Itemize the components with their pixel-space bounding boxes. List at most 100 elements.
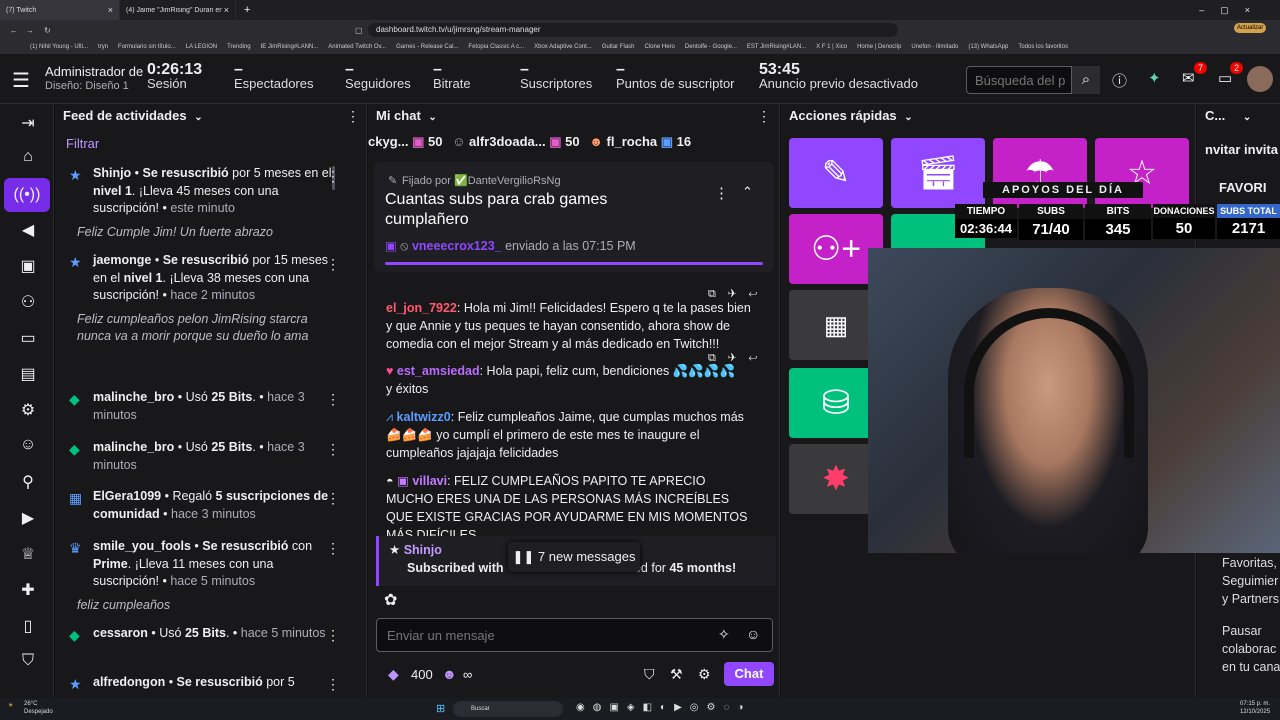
browser-tab-twitch[interactable]: (7) Twitch ×	[0, 0, 120, 20]
bookmark-item[interactable]: Home | Denoclip	[857, 44, 901, 50]
more-options-icon[interactable]: ⋮	[326, 540, 340, 557]
back-icon[interactable]: ←	[10, 26, 18, 35]
monetization-icon[interactable]: ▤	[16, 364, 40, 384]
more-options-icon[interactable]: ⋮	[757, 108, 771, 125]
more-options-icon[interactable]: ⋮	[714, 184, 729, 202]
chevron-down-icon[interactable]: ⌄	[1243, 112, 1251, 123]
gifter-name[interactable]: alfr3doada...	[469, 134, 546, 149]
sub-points-stat[interactable]: – Puntos de suscriptor	[616, 62, 735, 91]
filter-link[interactable]: Filtrar	[66, 136, 99, 151]
close-icon[interactable]: ×	[224, 5, 229, 15]
edit-stream-info-button[interactable]: ✎	[789, 138, 883, 208]
emote-icon[interactable]: ☺	[746, 626, 760, 642]
feed-item[interactable]: ★ Shinjo • Se resuscribió por 5 meses en…	[69, 165, 339, 241]
taskbar-apps[interactable]: ◉◍▣◈◧◐▶◎⚙◌◑	[576, 702, 751, 713]
bookmark-item[interactable]: Dentolfe - Google...	[685, 44, 737, 50]
chat-user[interactable]: villavi	[412, 474, 447, 488]
bookmark-item[interactable]: Xbox Adaptive Cont...	[534, 44, 592, 50]
new-messages-button[interactable]: ❚❚ 7 new messages	[508, 542, 640, 572]
bookmark-item[interactable]: X F 1 | Xico	[816, 44, 847, 50]
bookmark-item[interactable]: Formulario sin título...	[118, 44, 176, 50]
bookmark-item[interactable]: EST JimRising#LAN...	[747, 44, 806, 50]
gifter-name[interactable]: ckyg...	[368, 134, 408, 149]
search-icon[interactable]: ⌕	[1072, 66, 1100, 94]
chat-user[interactable]: kaltwizz0	[397, 410, 451, 424]
feed-item[interactable]: ◆ cessaron • Usó 25 Bits. • hace 5 minut…	[69, 625, 339, 643]
community-icon[interactable]: ⚇	[16, 292, 40, 312]
bitrate-stat[interactable]: – Bitrate	[433, 62, 471, 91]
emote-picker-icon[interactable]: ✿	[384, 590, 397, 610]
start-icon[interactable]: ⊞	[436, 702, 445, 715]
channel-points-icon[interactable]: ◆	[388, 666, 399, 683]
chat-header[interactable]: Mi chat ⌄	[368, 104, 445, 128]
browser-tab-x[interactable]: (4) Jaime "JimRising" Duran en X: "El...…	[120, 0, 236, 20]
chevron-down-icon[interactable]: ⌄	[904, 112, 912, 123]
bookmark-page-icon[interactable]: ▢	[355, 26, 363, 35]
bookmark-item[interactable]: Animated Twitch Ov...	[328, 44, 386, 50]
more-options-icon[interactable]: ⋮	[326, 490, 340, 507]
more-options-icon[interactable]: ⋮	[346, 108, 360, 125]
mod-tools-icon[interactable]: ⚒	[670, 666, 683, 683]
bookmark-item[interactable]: Fetopia Classic A c...	[468, 44, 524, 50]
shield-icon[interactable]: ⛉	[644, 666, 655, 683]
chevron-up-icon[interactable]: ⌃	[742, 184, 753, 200]
feed-item[interactable]: ▦ ElGera1099 • Regaló 5 suscripciones de…	[69, 488, 339, 523]
home-icon[interactable]: ⌂	[16, 148, 40, 168]
url-field[interactable]: dashboard.twitch.tv/u/jimrsng/stream-man…	[368, 23, 898, 37]
window-controls[interactable]: –▢×	[1199, 5, 1266, 16]
session-stat[interactable]: 0:26:13 Sesión	[147, 62, 202, 91]
subscribers-stat[interactable]: – Suscriptores	[520, 62, 592, 91]
extensions-icon[interactable]: ✚	[16, 580, 40, 600]
video-icon[interactable]: ▶	[16, 508, 40, 528]
bookmark-item[interactable]: Guitar Flash	[602, 44, 635, 50]
forward-icon[interactable]: →	[26, 26, 34, 35]
ad-stat[interactable]: 53:45 Anuncio previo desactivado	[759, 62, 918, 91]
hype-icon[interactable]: ☻	[442, 666, 457, 682]
collab-header[interactable]: C... ⌄	[1197, 104, 1259, 128]
close-icon[interactable]: ×	[108, 5, 113, 15]
more-options-icon[interactable]: ⋮	[326, 256, 340, 273]
chat-send-button[interactable]: Chat	[724, 662, 774, 686]
settings-icon[interactable]: ⚙	[16, 400, 40, 420]
avatar[interactable]	[1247, 66, 1273, 92]
viewers-stat[interactable]: – Espectadores	[234, 62, 314, 91]
chat-message[interactable]: ♥ est_amsiedad: Hola papi, feliz cum, be…	[386, 362, 756, 398]
content-icon[interactable]: ▭	[16, 328, 40, 348]
trophy-icon[interactable]: ♕	[16, 544, 40, 564]
book-icon[interactable]: ▯	[16, 616, 40, 636]
chat-message[interactable]: ◓ ▣ villavi: FELIZ CUMPLEAÑOS PAPITO TE …	[386, 472, 756, 544]
chat-user[interactable]: el_jon_7922	[386, 301, 457, 315]
reload-icon[interactable]: ↻	[44, 26, 51, 35]
bookmark-item[interactable]: Todos los favoritos	[1018, 44, 1068, 50]
settings-icon[interactable]: ⚙	[698, 666, 711, 683]
more-options-icon[interactable]: ⋮	[326, 168, 340, 185]
bookmark-item[interactable]: LA LEGION	[186, 44, 217, 50]
feed-item[interactable]: ◆ malinche_bro • Usó 25 Bits. • hace 3 m…	[69, 389, 339, 424]
followers-stat[interactable]: – Seguidores	[345, 62, 411, 91]
pinned-message[interactable]: ✎ Fijado por ✅DanteVergilioRsNg ⋮ ⌃ Cuan…	[374, 162, 774, 272]
viewer-rewards-icon[interactable]: ☺	[16, 436, 40, 456]
update-button[interactable]: Actualizar	[1234, 23, 1267, 33]
feed-item[interactable]: ♛ smile_you_fools • Se resuscribió con P…	[69, 538, 339, 614]
taskbar-search[interactable]: Buscar	[453, 701, 563, 717]
more-options-icon[interactable]: ⋮	[326, 676, 340, 693]
collapse-icon[interactable]: ⇥	[16, 113, 40, 133]
invite-button[interactable]: nvitar invita	[1205, 142, 1278, 157]
new-tab-icon[interactable]: +	[244, 4, 250, 16]
sparkle-icon[interactable]: ✦	[1148, 69, 1161, 87]
feed-item[interactable]: ★ jaemonge • Se resuscribió por 15 meses…	[69, 252, 339, 346]
bookmark-item[interactable]: Unefon - Ilimitado	[911, 44, 958, 50]
add-user-icon[interactable]: ⚲	[16, 472, 40, 492]
magic-icon[interactable]: ✧	[718, 626, 730, 643]
quick-actions-header[interactable]: Acciones rápidas ⌄	[781, 104, 921, 128]
more-options-icon[interactable]: ⋮	[326, 627, 340, 644]
chat-input[interactable]	[376, 618, 773, 652]
bookmark-item[interactable]: tryn	[98, 44, 108, 50]
chat-message[interactable]: ⩘ kaltwizz0: Feliz cumpleaños Jaime, que…	[386, 408, 756, 462]
bookmark-item[interactable]: Clone Hero	[645, 44, 675, 50]
menu-icon[interactable]: ☰	[12, 68, 30, 93]
chat-user[interactable]: est_amsiedad	[397, 364, 480, 378]
bookmark-item[interactable]: (1) Nihil Young - Ulti...	[30, 44, 88, 50]
bookmark-item[interactable]: Trending	[227, 44, 250, 50]
gifter-name[interactable]: fl_rocha	[607, 134, 658, 149]
